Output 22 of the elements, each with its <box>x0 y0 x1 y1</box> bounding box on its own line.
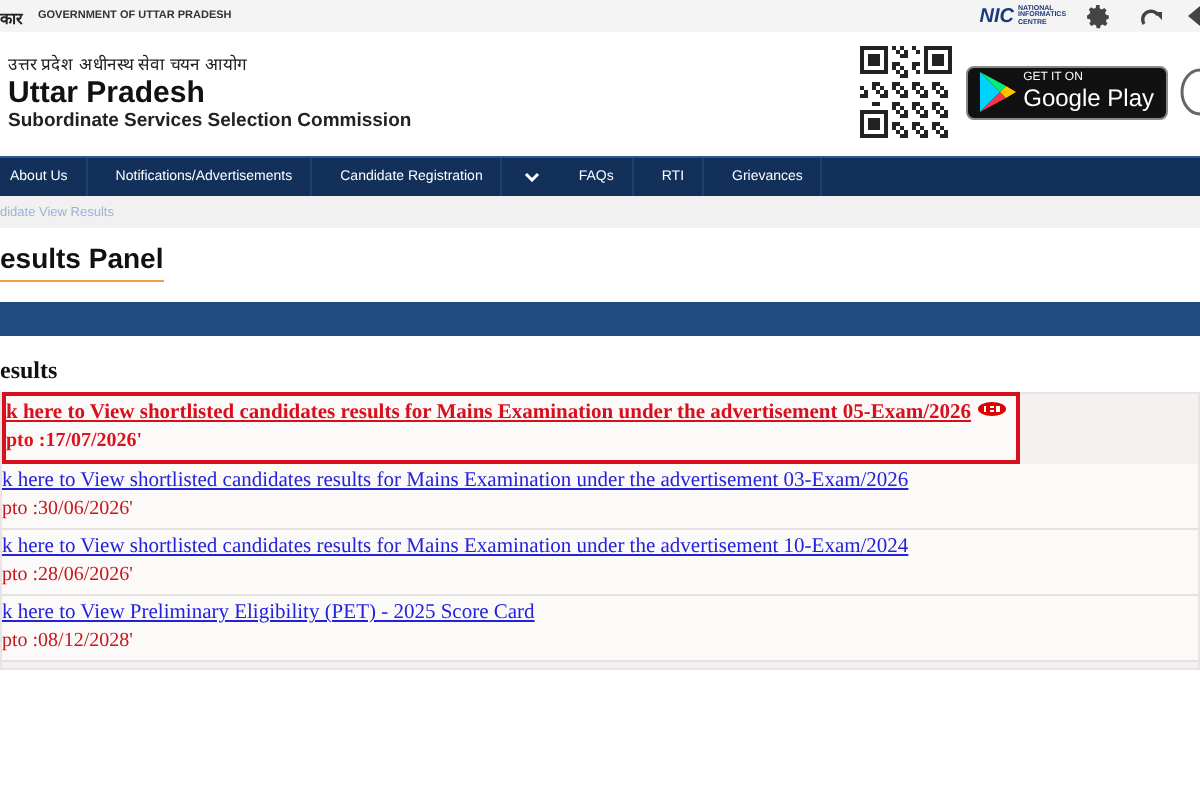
chevron-down-icon[interactable] <box>524 172 541 182</box>
arrow-icon[interactable] <box>1188 6 1200 26</box>
result-link[interactable]: k here to View shortlisted candidates results for Mains Examination under the advertisement 10-Exam/2024 <box>2 536 909 558</box>
section-heading: esults <box>0 356 58 386</box>
result-link[interactable]: k here to View shortlisted candidates results for Mains Examination under the advertisement 05-Exam/2026 <box>6 402 972 424</box>
page-title: esults Panel <box>0 242 164 282</box>
qr-code-icon <box>859 46 952 138</box>
new-badge-icon <box>977 402 1006 416</box>
badge-title: Google Play <box>1023 86 1154 112</box>
organization-title: Uttar Pradesh <box>8 76 207 110</box>
government-label-hindi: कार <box>0 7 22 27</box>
result-date: pto :30/06/2026' <box>2 498 135 520</box>
result-link[interactable]: k here to View Preliminary Eligibility (PET) - 2025 Score Card <box>2 602 535 624</box>
result-link[interactable]: k here to View shortlisted candidates results for Mains Examination under the advertisement 03-Exam/2026 <box>2 470 909 492</box>
result-date: pto :08/12/2028' <box>2 630 135 652</box>
result-date: pto :17/07/2026' <box>6 430 145 452</box>
settings-icon[interactable] <box>1086 3 1112 29</box>
redo-icon[interactable] <box>1140 5 1164 27</box>
organization-subtitle: Subordinate Services Selection Commission <box>8 110 412 132</box>
organization-name-hindi: उत्तर प्रदेश अधीनस्थ सेवा चयन आयोग <box>8 52 250 76</box>
play-store-icon <box>979 72 1016 112</box>
result-date: pto :28/06/2026' <box>2 564 135 586</box>
